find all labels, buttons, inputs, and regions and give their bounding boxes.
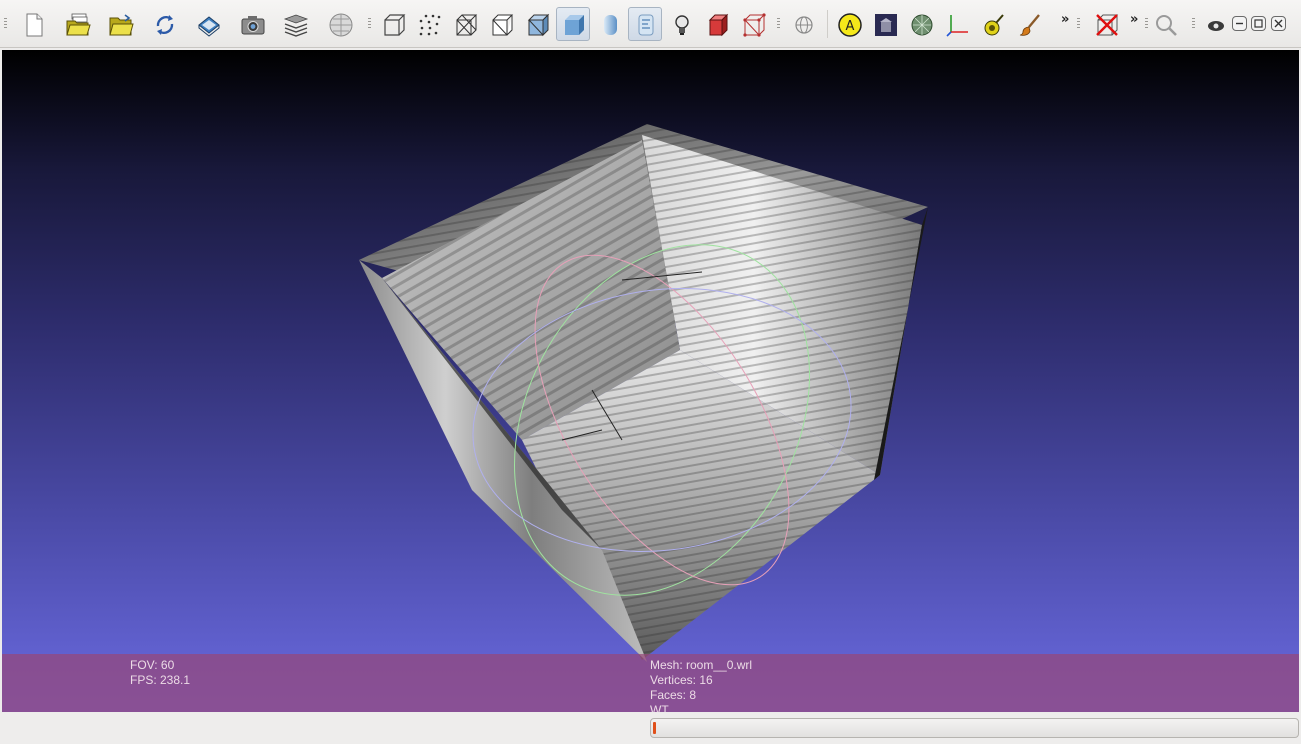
- bounding-box-icon: [384, 14, 406, 36]
- texture-button[interactable]: [628, 7, 662, 41]
- save-button[interactable]: [191, 7, 225, 41]
- svg-text:A: A: [846, 19, 855, 34]
- search-icon: [1156, 15, 1177, 36]
- open-folder-icon: [109, 14, 134, 36]
- main-toolbar: A » »: [0, 0, 1301, 48]
- gallery-icon: [875, 14, 897, 36]
- toolbar-grip[interactable]: [4, 18, 7, 30]
- wireframe-icon: [456, 14, 478, 36]
- mesh-filter-icon: [911, 14, 933, 36]
- paint-button[interactable]: [1012, 7, 1046, 41]
- layers-icon: [283, 14, 309, 37]
- mesh-render[interactable]: [2, 50, 1299, 712]
- extra-info-label: WT: [650, 703, 669, 712]
- restore-button[interactable]: [1251, 16, 1266, 31]
- bbox-button[interactable]: [376, 7, 410, 41]
- toolbar-separator: [827, 10, 828, 38]
- camera-icon: [241, 16, 265, 35]
- new-project-button[interactable]: [16, 7, 50, 41]
- gallery-button[interactable]: [868, 7, 902, 41]
- minimize-button[interactable]: [1232, 16, 1247, 31]
- new-document-icon: [26, 13, 43, 37]
- flat-lines-icon: [527, 13, 550, 37]
- smooth-shading-icon: [604, 15, 617, 35]
- delete-icon: [1096, 14, 1119, 36]
- mesh-name-label: Mesh: room__0.wrl: [650, 658, 753, 672]
- info-overlay: FOV: 60 FPS: 238.1 Mesh: room__0.wrl Ver…: [2, 654, 1299, 712]
- close-button[interactable]: [1271, 16, 1286, 31]
- faces-label: Faces: 8: [650, 688, 697, 702]
- toolbar-grip[interactable]: [1077, 18, 1080, 30]
- raster-globe-icon: [329, 13, 353, 37]
- layers-button[interactable]: [278, 7, 312, 41]
- open-project-button[interactable]: [60, 7, 94, 41]
- snapshot-button[interactable]: [235, 7, 269, 41]
- flat-shading-icon: [565, 15, 584, 35]
- backface-icon: [708, 13, 729, 37]
- lighting-button[interactable]: [664, 7, 698, 41]
- vertices-label: Vertices: 16: [650, 673, 713, 687]
- toolbar-grip[interactable]: [1192, 18, 1195, 30]
- points-button[interactable]: [412, 7, 446, 41]
- close-icon: [1274, 19, 1283, 28]
- hidden-lines-icon: [492, 14, 514, 36]
- meshlab-window: A » » FOV: 60 FPS: 238.1 Mesh: room__0.w…: [0, 0, 1301, 744]
- delete-button[interactable]: [1089, 7, 1123, 41]
- selection-button[interactable]: [736, 7, 770, 41]
- axes-button[interactable]: [940, 7, 974, 41]
- hidden-lines-button[interactable]: [484, 7, 518, 41]
- axes-icon: [946, 15, 968, 37]
- more-tools-chevron[interactable]: »: [1061, 12, 1069, 27]
- flat-shading-button[interactable]: [556, 7, 590, 41]
- toolbar-grip[interactable]: [777, 18, 780, 30]
- paint-brush-icon: [1019, 14, 1040, 36]
- fov-label: FOV: 60: [130, 658, 175, 672]
- minimize-icon: [1236, 22, 1243, 25]
- restore-icon: [1254, 19, 1263, 28]
- pick-button[interactable]: [976, 7, 1010, 41]
- annotation-icon: A: [838, 13, 862, 37]
- progress-bar-fill: [653, 722, 656, 734]
- flat-lines-button[interactable]: [520, 7, 554, 41]
- smooth-shading-button[interactable]: [592, 7, 626, 41]
- open-project-icon: [66, 13, 91, 36]
- pick-icon: [984, 14, 1004, 36]
- globe-button[interactable]: [786, 7, 820, 41]
- light-bulb-icon: [675, 15, 689, 35]
- status-bar: [0, 713, 1301, 744]
- import-mesh-button[interactable]: [103, 7, 137, 41]
- 3d-viewport[interactable]: FOV: 60 FPS: 238.1 Mesh: room__0.wrl Ver…: [2, 50, 1299, 712]
- annotate-button[interactable]: A: [832, 7, 866, 41]
- toolbar-grip[interactable]: [368, 18, 371, 30]
- progress-bar: [650, 718, 1299, 738]
- points-icon: [419, 14, 441, 36]
- selection-icon: [743, 13, 766, 37]
- wireframe-button[interactable]: [448, 7, 482, 41]
- texture-icon: [638, 14, 654, 36]
- fps-label: FPS: 238.1: [130, 673, 191, 687]
- raster-button[interactable]: [323, 7, 357, 41]
- globe-icon: [795, 16, 813, 34]
- backface-button[interactable]: [700, 7, 734, 41]
- eye-icon: [1208, 21, 1224, 31]
- search-button[interactable]: [1148, 7, 1182, 41]
- more-tools-chevron[interactable]: »: [1130, 12, 1138, 27]
- mesh-filter-button[interactable]: [904, 7, 938, 41]
- reload-icon: [156, 15, 174, 35]
- save-icon: [198, 16, 220, 37]
- reload-button[interactable]: [147, 7, 181, 41]
- view-button[interactable]: [1200, 7, 1230, 41]
